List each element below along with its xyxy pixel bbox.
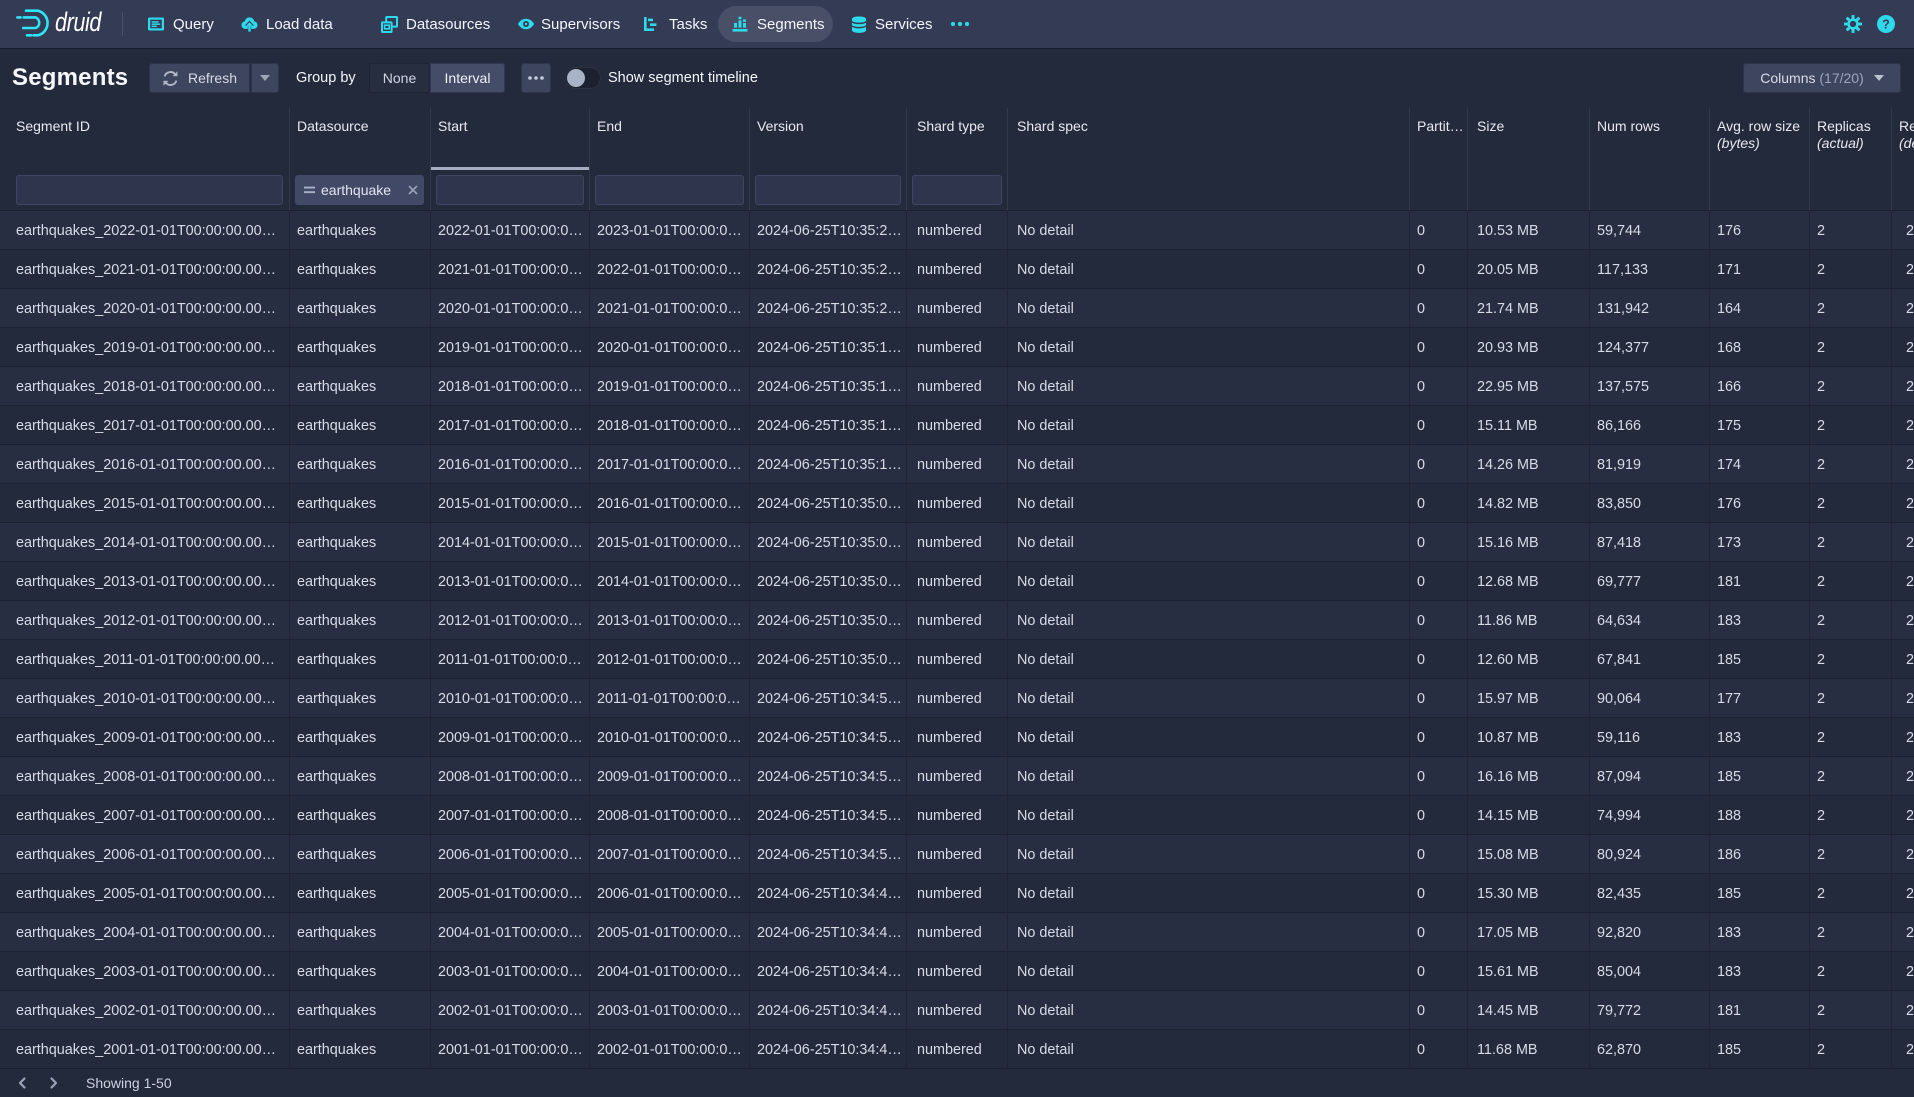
svg-text:?: ? bbox=[1882, 17, 1890, 31]
